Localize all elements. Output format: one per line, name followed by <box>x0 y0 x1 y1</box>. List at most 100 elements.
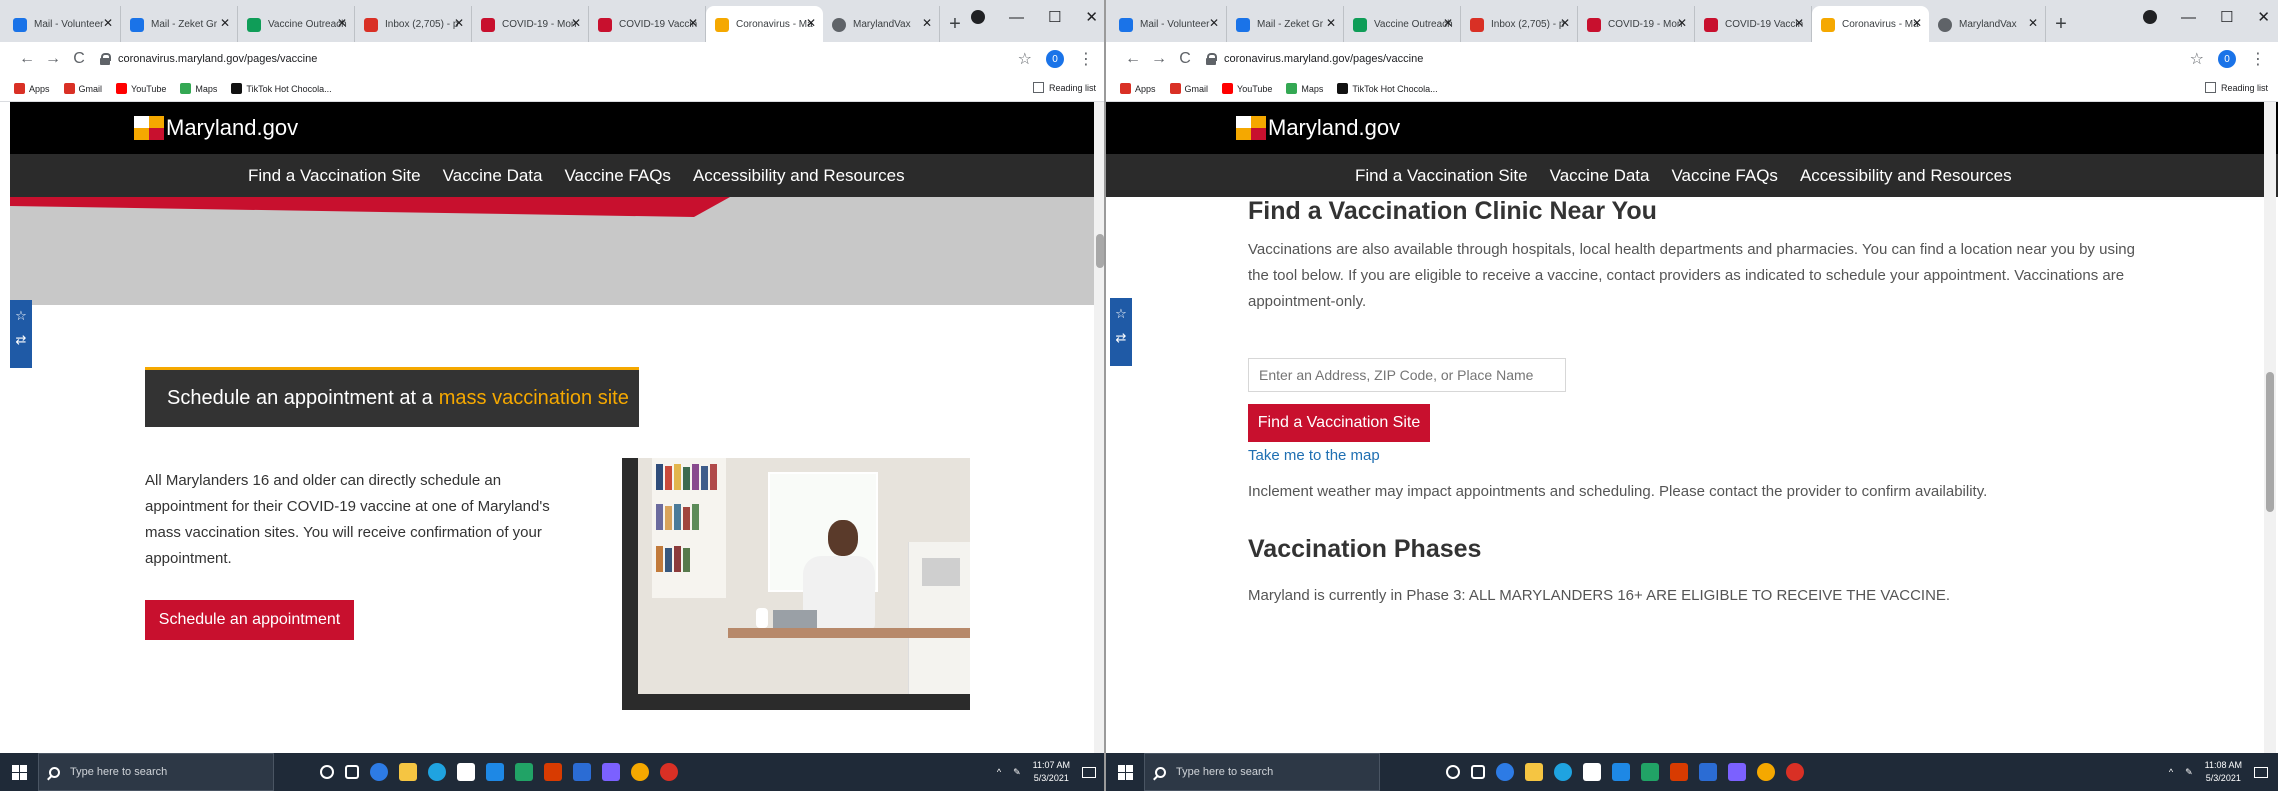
bookmark-apps[interactable]: Apps <box>1120 83 1156 94</box>
bookmark-gmail[interactable]: Gmail <box>63 83 102 94</box>
nav-accessibility-resources[interactable]: Accessibility and Resources <box>693 166 905 186</box>
tab-inbox[interactable]: Inbox (2,705) - p ✕ <box>1461 6 1578 42</box>
bookmark-youtube[interactable]: YouTube <box>116 83 166 94</box>
chrome-icon[interactable] <box>631 763 649 781</box>
minimize-icon[interactable]: — <box>2181 9 2196 26</box>
close-window-icon[interactable]: ✕ <box>2257 8 2270 26</box>
reload-button[interactable]: C <box>1172 50 1198 68</box>
minimize-icon[interactable]: — <box>1009 9 1024 26</box>
bookmark-star-icon[interactable]: ☆ <box>1018 49 1032 69</box>
taskbar-search[interactable]: Type here to search <box>38 753 274 791</box>
browser-icon[interactable] <box>370 763 388 781</box>
tab-vaccine-outreach[interactable]: Vaccine Outreach ✕ <box>238 6 355 42</box>
close-icon[interactable]: ✕ <box>337 16 347 30</box>
edge-icon[interactable] <box>1554 763 1572 781</box>
tab-mail-volunteer[interactable]: Mail - Volunteer ✕ <box>4 6 121 42</box>
new-tab-button[interactable]: + <box>2046 6 2076 42</box>
close-icon[interactable]: ✕ <box>571 16 581 30</box>
reading-list-button[interactable]: Reading list <box>1032 82 1096 93</box>
star-icon[interactable]: ☆ <box>10 308 32 324</box>
cortana-icon[interactable] <box>1446 765 1460 779</box>
pen-icon[interactable]: ✎ <box>2185 767 2193 778</box>
tab-marylandvax[interactable]: MarylandVax ✕ <box>823 6 940 42</box>
mail-app-icon[interactable] <box>486 763 504 781</box>
page-scrollbar[interactable] <box>2264 102 2276 753</box>
close-icon[interactable]: ✕ <box>922 16 932 30</box>
close-icon[interactable]: ✕ <box>1677 16 1687 30</box>
notifications-icon[interactable] <box>1082 766 1096 778</box>
nav-vaccine-data[interactable]: Vaccine Data <box>1550 166 1650 186</box>
bookmark-tiktok[interactable]: TikTok Hot Chocola... <box>231 83 332 94</box>
close-icon[interactable]: ✕ <box>103 16 113 30</box>
cortana-icon[interactable] <box>320 765 334 779</box>
banner-highlight[interactable]: mass vaccination site <box>439 387 629 410</box>
excel-icon[interactable] <box>1641 763 1659 781</box>
tab-vaccine-outreach[interactable]: Vaccine Outreach ✕ <box>1344 6 1461 42</box>
new-tab-button[interactable]: + <box>940 6 970 42</box>
profile-avatar[interactable]: 0 <box>2218 50 2236 68</box>
pen-icon[interactable]: ✎ <box>1013 767 1021 778</box>
edge-icon[interactable] <box>428 763 446 781</box>
store-icon[interactable] <box>457 763 475 781</box>
accessibility-widget[interactable]: ☆ ⇄ <box>10 300 32 368</box>
close-icon[interactable]: ✕ <box>454 16 464 30</box>
tab-inbox[interactable]: Inbox (2,705) - p ✕ <box>355 6 472 42</box>
file-explorer-icon[interactable] <box>1525 763 1543 781</box>
tab-coronavirus-maryland[interactable]: Coronavirus - Ma ✕ <box>706 6 823 42</box>
record-icon[interactable] <box>2142 10 2157 24</box>
tab-covid-mon[interactable]: COVID-19 - Mon ✕ <box>472 6 589 42</box>
forward-button[interactable]: → <box>1146 50 1172 68</box>
tab-coronavirus-maryland[interactable]: Coronavirus - Ma ✕ <box>1812 6 1929 42</box>
nav-vaccine-data[interactable]: Vaccine Data <box>443 166 543 186</box>
close-icon[interactable]: ✕ <box>1912 16 1922 30</box>
mail-app-icon[interactable] <box>1612 763 1630 781</box>
back-button[interactable]: ← <box>14 50 40 68</box>
menu-icon[interactable]: ⋮ <box>2250 49 2266 69</box>
nav-vaccine-faqs[interactable]: Vaccine FAQs <box>1671 166 1777 186</box>
map-link[interactable]: Take me to the map <box>1248 447 1380 464</box>
profile-avatar[interactable]: 0 <box>1046 50 1064 68</box>
address-search-input[interactable] <box>1248 358 1566 392</box>
close-icon[interactable]: ✕ <box>1326 16 1336 30</box>
excel-icon[interactable] <box>515 763 533 781</box>
scrollbar-thumb[interactable] <box>2266 372 2274 512</box>
nav-accessibility-resources[interactable]: Accessibility and Resources <box>1800 166 2012 186</box>
tab-covid-mon[interactable]: COVID-19 - Mon ✕ <box>1578 6 1695 42</box>
bookmark-star-icon[interactable]: ☆ <box>2190 49 2204 69</box>
maryland-logo[interactable]: Maryland.gov <box>1236 115 1400 141</box>
chrome-icon[interactable] <box>1757 763 1775 781</box>
back-button[interactable]: ← <box>1120 50 1146 68</box>
share-icon[interactable]: ⇄ <box>10 332 32 348</box>
store-icon[interactable] <box>1583 763 1601 781</box>
close-icon[interactable]: ✕ <box>1794 16 1804 30</box>
nav-find-vaccination-site[interactable]: Find a Vaccination Site <box>248 166 421 186</box>
tab-covid-vaccine[interactable]: COVID-19 Vaccin ✕ <box>589 6 706 42</box>
office-icon[interactable] <box>1670 763 1688 781</box>
notifications-icon[interactable] <box>2254 766 2268 778</box>
reading-list-button[interactable]: Reading list <box>2204 82 2268 93</box>
close-window-icon[interactable]: ✕ <box>1085 8 1098 26</box>
taskbar-clock[interactable]: 11:07 AM 5/3/2021 <box>1033 759 1070 785</box>
address-bar[interactable]: coronavirus.maryland.gov/pages/vaccine <box>100 47 1010 71</box>
menu-icon[interactable]: ⋮ <box>1078 49 1094 69</box>
reload-button[interactable]: C <box>66 50 92 68</box>
tab-covid-vaccine[interactable]: COVID-19 Vaccin ✕ <box>1695 6 1812 42</box>
maryland-logo[interactable]: Maryland.gov <box>134 115 298 141</box>
teams-icon[interactable] <box>1728 763 1746 781</box>
nav-find-vaccination-site[interactable]: Find a Vaccination Site <box>1355 166 1528 186</box>
taskbar-clock[interactable]: 11:08 AM 5/3/2021 <box>2205 759 2242 785</box>
maximize-icon[interactable]: ☐ <box>2220 8 2233 26</box>
close-icon[interactable]: ✕ <box>1560 16 1570 30</box>
close-icon[interactable]: ✕ <box>1443 16 1453 30</box>
close-icon[interactable]: ✕ <box>220 16 230 30</box>
schedule-appointment-button[interactable]: Schedule an appointment <box>145 600 354 640</box>
tab-mail-volunteer[interactable]: Mail - Volunteer ✕ <box>1110 6 1227 42</box>
start-button[interactable] <box>0 753 38 791</box>
close-icon[interactable]: ✕ <box>1209 16 1219 30</box>
start-button[interactable] <box>1106 753 1144 791</box>
bookmark-youtube[interactable]: YouTube <box>1222 83 1272 94</box>
file-explorer-icon[interactable] <box>399 763 417 781</box>
record-icon[interactable] <box>970 10 985 24</box>
browser-icon[interactable] <box>1496 763 1514 781</box>
forward-button[interactable]: → <box>40 50 66 68</box>
